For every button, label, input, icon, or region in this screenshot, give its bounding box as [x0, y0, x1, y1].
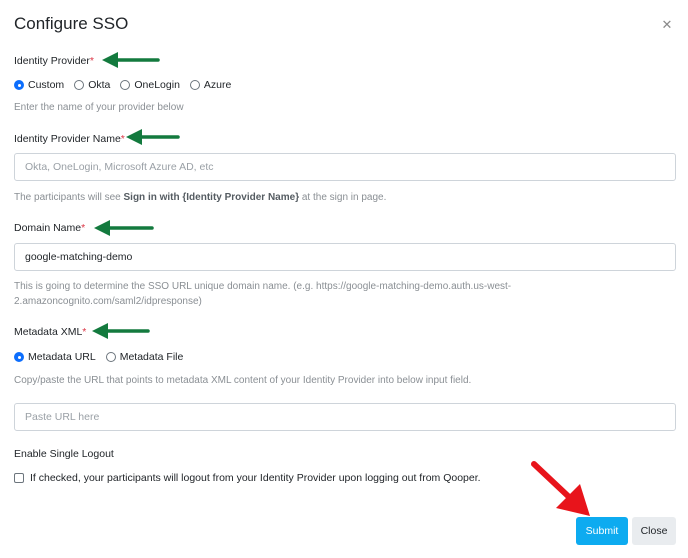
identity-provider-hint: Enter the name of your provider below	[14, 102, 184, 113]
required-mark: *	[81, 222, 86, 234]
domain-name-label: Domain Name*	[14, 222, 85, 234]
metadata-xml-radio-group: Metadata URL Metadata File	[14, 351, 193, 363]
radio-okta-label: Okta	[88, 79, 111, 91]
radio-metadata-url-dot[interactable]	[14, 352, 24, 362]
radio-onelogin-dot[interactable]	[120, 80, 131, 90]
domain-name-input[interactable]: google-matching-demo	[14, 243, 676, 271]
radio-custom-dot[interactable]	[14, 80, 24, 90]
annotation-arrow-left-icon	[102, 52, 160, 68]
single-logout-label: Enable Single Logout	[14, 448, 114, 460]
radio-onelogin[interactable]: OneLogin	[120, 79, 180, 91]
submit-button[interactable]: Submit	[576, 517, 628, 545]
single-logout-row: If checked, your participants will logou…	[14, 472, 481, 484]
dialog-title: Configure SSO	[14, 14, 129, 33]
metadata-xml-label: Metadata XML*	[14, 326, 86, 338]
hint-suffix: at the sign in page.	[299, 192, 387, 203]
identity-provider-label-text: Identity Provider	[14, 55, 90, 67]
metadata-xml-hint: Copy/paste the URL that points to metada…	[14, 375, 472, 386]
annotation-arrow-left-icon	[94, 220, 154, 236]
identity-provider-name-label: Identity Provider Name*	[14, 133, 125, 145]
radio-onelogin-label: OneLogin	[134, 79, 180, 91]
identity-provider-radio-group: Custom Okta OneLogin Azure	[14, 79, 241, 91]
required-mark: *	[82, 326, 87, 338]
hint-prefix: The participants will see	[14, 192, 124, 203]
annotation-arrow-down-right-icon	[531, 461, 590, 516]
radio-azure[interactable]: Azure	[189, 79, 232, 91]
single-logout-checkbox[interactable]	[14, 473, 24, 483]
identity-provider-name-input[interactable]: Okta, OneLogin, Microsoft Azure AD, etc	[14, 153, 676, 181]
close-icon[interactable]: ✕	[660, 18, 674, 32]
radio-metadata-file-label: Metadata File	[119, 351, 184, 363]
radio-metadata-file[interactable]: Metadata File	[105, 351, 184, 363]
hint-bold: Sign in with {Identity Provider Name}	[123, 192, 300, 203]
single-logout-checkbox-label: If checked, your participants will logou…	[30, 472, 481, 484]
domain-name-hint-line2: 2.amazoncognito.com/saml2/idpresponse)	[14, 296, 202, 307]
identity-provider-name-hint: The participants will see Sign in with {…	[14, 190, 386, 205]
radio-okta-dot[interactable]	[74, 80, 85, 90]
domain-name-hint: This is going to determine the SSO URL u…	[14, 279, 511, 309]
radio-azure-dot[interactable]	[189, 80, 200, 90]
metadata-url-input[interactable]: Paste URL here	[14, 403, 676, 431]
required-mark: *	[89, 55, 94, 67]
configure-sso-dialog: Configure SSO ✕ Identity Provider* Custo…	[0, 0, 688, 558]
radio-okta[interactable]: Okta	[74, 79, 110, 91]
annotation-arrow-left-icon	[92, 323, 150, 339]
close-button[interactable]: Close	[632, 517, 676, 545]
annotation-arrow-left-icon	[126, 129, 180, 145]
identity-provider-label: Identity Provider*	[14, 55, 94, 67]
radio-metadata-url[interactable]: Metadata URL	[14, 351, 96, 363]
radio-metadata-file-dot[interactable]	[105, 352, 116, 362]
domain-name-label-text: Domain Name	[14, 222, 82, 234]
radio-azure-label: Azure	[203, 79, 232, 91]
identity-provider-name-label-text: Identity Provider Name	[14, 133, 121, 145]
radio-custom-label: Custom	[28, 79, 65, 91]
radio-custom[interactable]: Custom	[14, 79, 64, 91]
domain-name-hint-line1: This is going to determine the SSO URL u…	[14, 281, 512, 292]
metadata-xml-label-text: Metadata XML	[14, 326, 83, 338]
radio-metadata-url-label: Metadata URL	[28, 351, 96, 363]
